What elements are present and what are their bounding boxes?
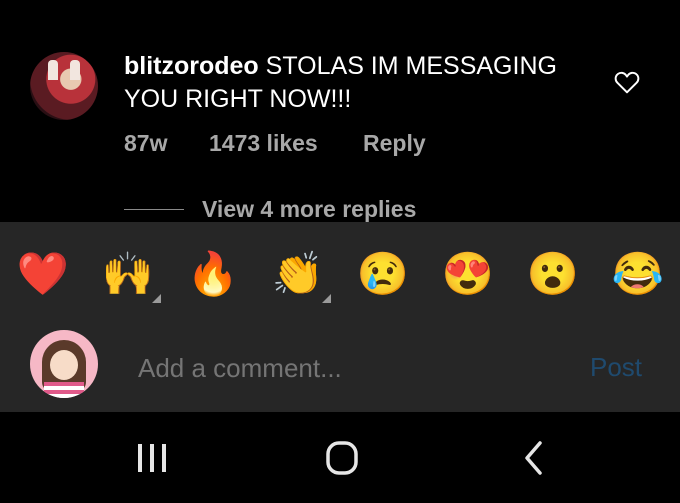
post-button[interactable]: Post — [590, 352, 642, 383]
comment-age: 87w — [124, 130, 168, 156]
comment-section: blitzorodeo STOLAS IM MESSAGING YOU RIGH… — [0, 0, 680, 222]
replies-divider — [124, 209, 184, 210]
system-navigation-bar — [0, 412, 680, 503]
reaction-crying-face[interactable]: 😢 — [355, 246, 411, 302]
skin-tone-indicator — [152, 294, 161, 303]
comment-body: blitzorodeo STOLAS IM MESSAGING YOU RIGH… — [124, 50, 594, 116]
reaction-red-heart[interactable]: ❤️ — [15, 246, 71, 302]
reaction-surprised-face[interactable]: 😮 — [525, 246, 581, 302]
reaction-fire[interactable]: 🔥 — [185, 246, 241, 302]
comment-likes[interactable]: 1473 likes — [209, 130, 318, 157]
reply-button[interactable]: Reply — [363, 130, 426, 157]
avatar-horn-right — [70, 60, 80, 80]
reaction-raising-hands[interactable]: 🙌 — [100, 246, 156, 302]
avatar-shirt — [44, 382, 84, 398]
heart-outline-icon[interactable] — [614, 70, 640, 94]
skin-tone-indicator — [322, 294, 331, 303]
comment-input[interactable] — [136, 350, 560, 386]
view-more-replies[interactable]: View 4 more replies — [202, 196, 416, 223]
current-user-avatar — [30, 330, 98, 398]
comment-username[interactable]: blitzorodeo — [124, 52, 259, 80]
commenter-avatar[interactable] — [30, 52, 98, 120]
reaction-heart-eyes[interactable]: 😍 — [440, 246, 496, 302]
home-icon[interactable] — [322, 440, 362, 476]
recent-apps-icon[interactable] — [132, 440, 172, 476]
reaction-tears-of-joy[interactable]: 😂 — [610, 246, 666, 302]
avatar-face — [50, 350, 78, 380]
avatar-horn-left — [48, 60, 58, 80]
back-icon[interactable] — [514, 440, 554, 476]
reaction-clapping-hands[interactable]: 👏 — [270, 246, 326, 302]
comment-composer-panel: ❤️ 🙌 🔥 👏 😢 😍 😮 😂 Post — [0, 222, 680, 412]
